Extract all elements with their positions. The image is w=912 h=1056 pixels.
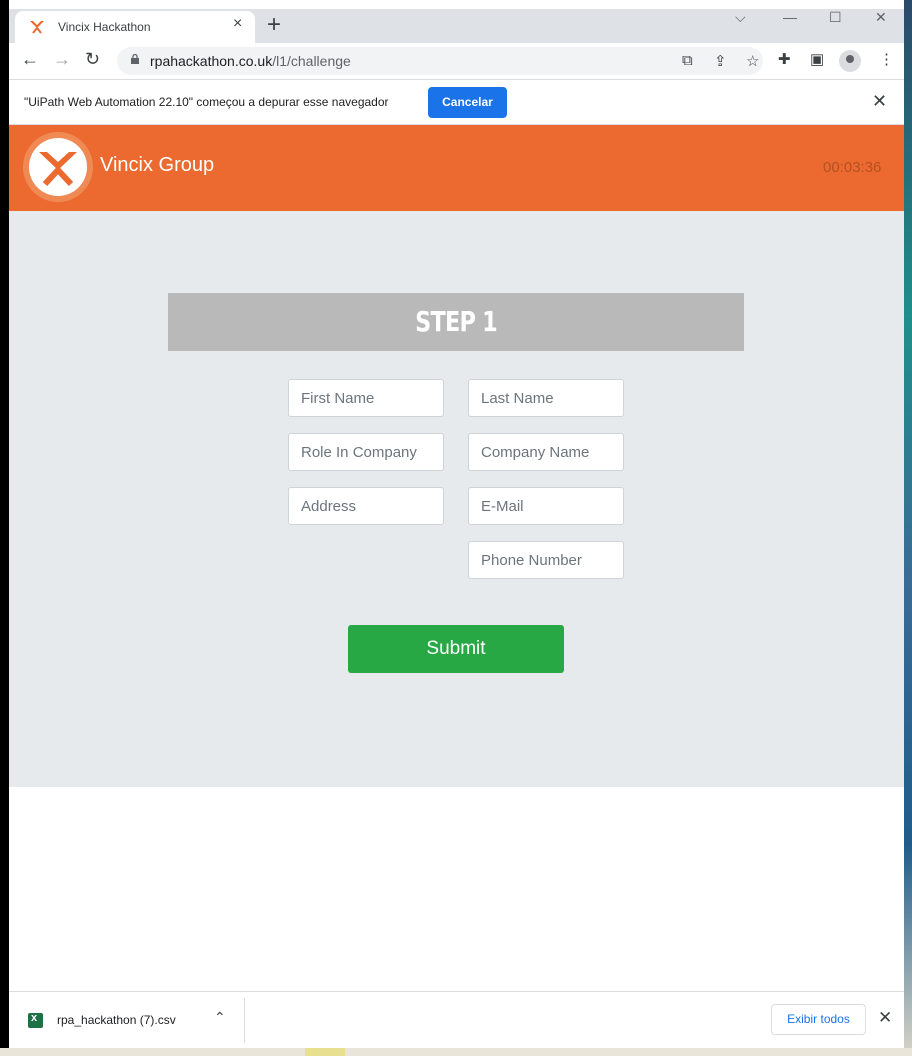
phone-number-field[interactable]: [468, 541, 624, 579]
tab-strip: Vincix Hackathon × + ⌵ — ☐ ✕: [9, 9, 904, 43]
submit-button[interactable]: Submit: [348, 625, 564, 673]
url-path: /l1/challenge: [272, 53, 351, 69]
site-header: Vincix Group 00:03:36: [9, 125, 904, 211]
tab-search-icon[interactable]: ⌵: [735, 9, 746, 26]
tab-title: Vincix Hackathon: [58, 20, 151, 34]
chevron-up-icon[interactable]: ⌃: [214, 1009, 226, 1026]
company-name-field[interactable]: [468, 433, 624, 471]
debug-infobar: "UiPath Web Automation 22.10" começou a …: [9, 79, 904, 125]
close-infobar-icon[interactable]: ✕: [872, 91, 887, 112]
challenge-timer: 00:03:36: [823, 159, 882, 176]
url-host: rpahackathon.co.uk: [150, 53, 273, 69]
download-file-name[interactable]: rpa_hackathon (7).csv: [57, 1013, 176, 1027]
menu-kebab-icon[interactable]: ⋮: [879, 50, 894, 68]
desktop-bottom-edge: [0, 1048, 912, 1056]
debug-message: "UiPath Web Automation 22.10" começou a …: [24, 95, 389, 109]
desktop-top-edge: [0, 0, 912, 9]
lock-icon: [131, 54, 139, 64]
desktop-left-edge: [0, 0, 9, 1056]
back-icon[interactable]: ←: [21, 49, 39, 70]
desktop-wallpaper: [904, 0, 912, 1056]
last-name-field[interactable]: [468, 379, 624, 417]
browser-toolbar: ← → ↻ rpahackathon.co.uk/l1/challenge ⧉ …: [9, 43, 904, 79]
first-name-field[interactable]: [288, 379, 444, 417]
address-bar[interactable]: rpahackathon.co.uk/l1/challenge ⧉ ⇪ ☆: [117, 47, 763, 75]
translate-icon[interactable]: ⧉: [682, 52, 693, 69]
extensions-icon[interactable]: ✚: [778, 50, 791, 68]
close-window-icon[interactable]: ✕: [875, 9, 887, 26]
cancel-debug-button[interactable]: Cancelar: [428, 87, 507, 118]
url-text: rpahackathon.co.uk/l1/challenge: [150, 53, 351, 69]
page-content: Vincix Group 00:03:36 STEP 1 Submit: [9, 125, 904, 987]
profile-avatar-icon[interactable]: [839, 50, 861, 72]
tab-vincix-hackathon[interactable]: Vincix Hackathon ×: [15, 11, 255, 43]
download-separator: [244, 998, 245, 1043]
excel-file-icon: [28, 1012, 43, 1028]
role-in-company-field[interactable]: [288, 433, 444, 471]
form-area: STEP 1 Submit: [9, 211, 904, 787]
brand-name: Vincix Group: [100, 154, 215, 176]
close-download-bar-icon[interactable]: ✕: [878, 1008, 892, 1028]
download-bar: rpa_hackathon (7).csv ⌃ Exibir todos ✕: [9, 991, 904, 1048]
bookmark-star-icon[interactable]: ☆: [746, 52, 759, 70]
vincix-favicon-icon: [30, 21, 44, 34]
maximize-icon[interactable]: ☐: [829, 9, 842, 26]
browser-window: Vincix Hackathon × + ⌵ — ☐ ✕ ← → ↻ rpaha…: [9, 9, 904, 1048]
forward-icon[interactable]: →: [53, 49, 71, 70]
show-all-downloads-button[interactable]: Exibir todos: [771, 1004, 866, 1035]
share-icon[interactable]: ⇪: [714, 52, 727, 70]
address-field[interactable]: [288, 487, 444, 525]
step-title: STEP 1: [168, 293, 744, 351]
side-panel-icon[interactable]: ▣: [810, 50, 824, 68]
minimize-icon[interactable]: —: [783, 9, 797, 25]
email-field[interactable]: [468, 487, 624, 525]
close-tab-icon[interactable]: ×: [233, 15, 242, 33]
vincix-logo-icon: [23, 132, 93, 202]
reload-icon[interactable]: ↻: [85, 49, 100, 70]
new-tab-icon[interactable]: +: [267, 11, 281, 39]
